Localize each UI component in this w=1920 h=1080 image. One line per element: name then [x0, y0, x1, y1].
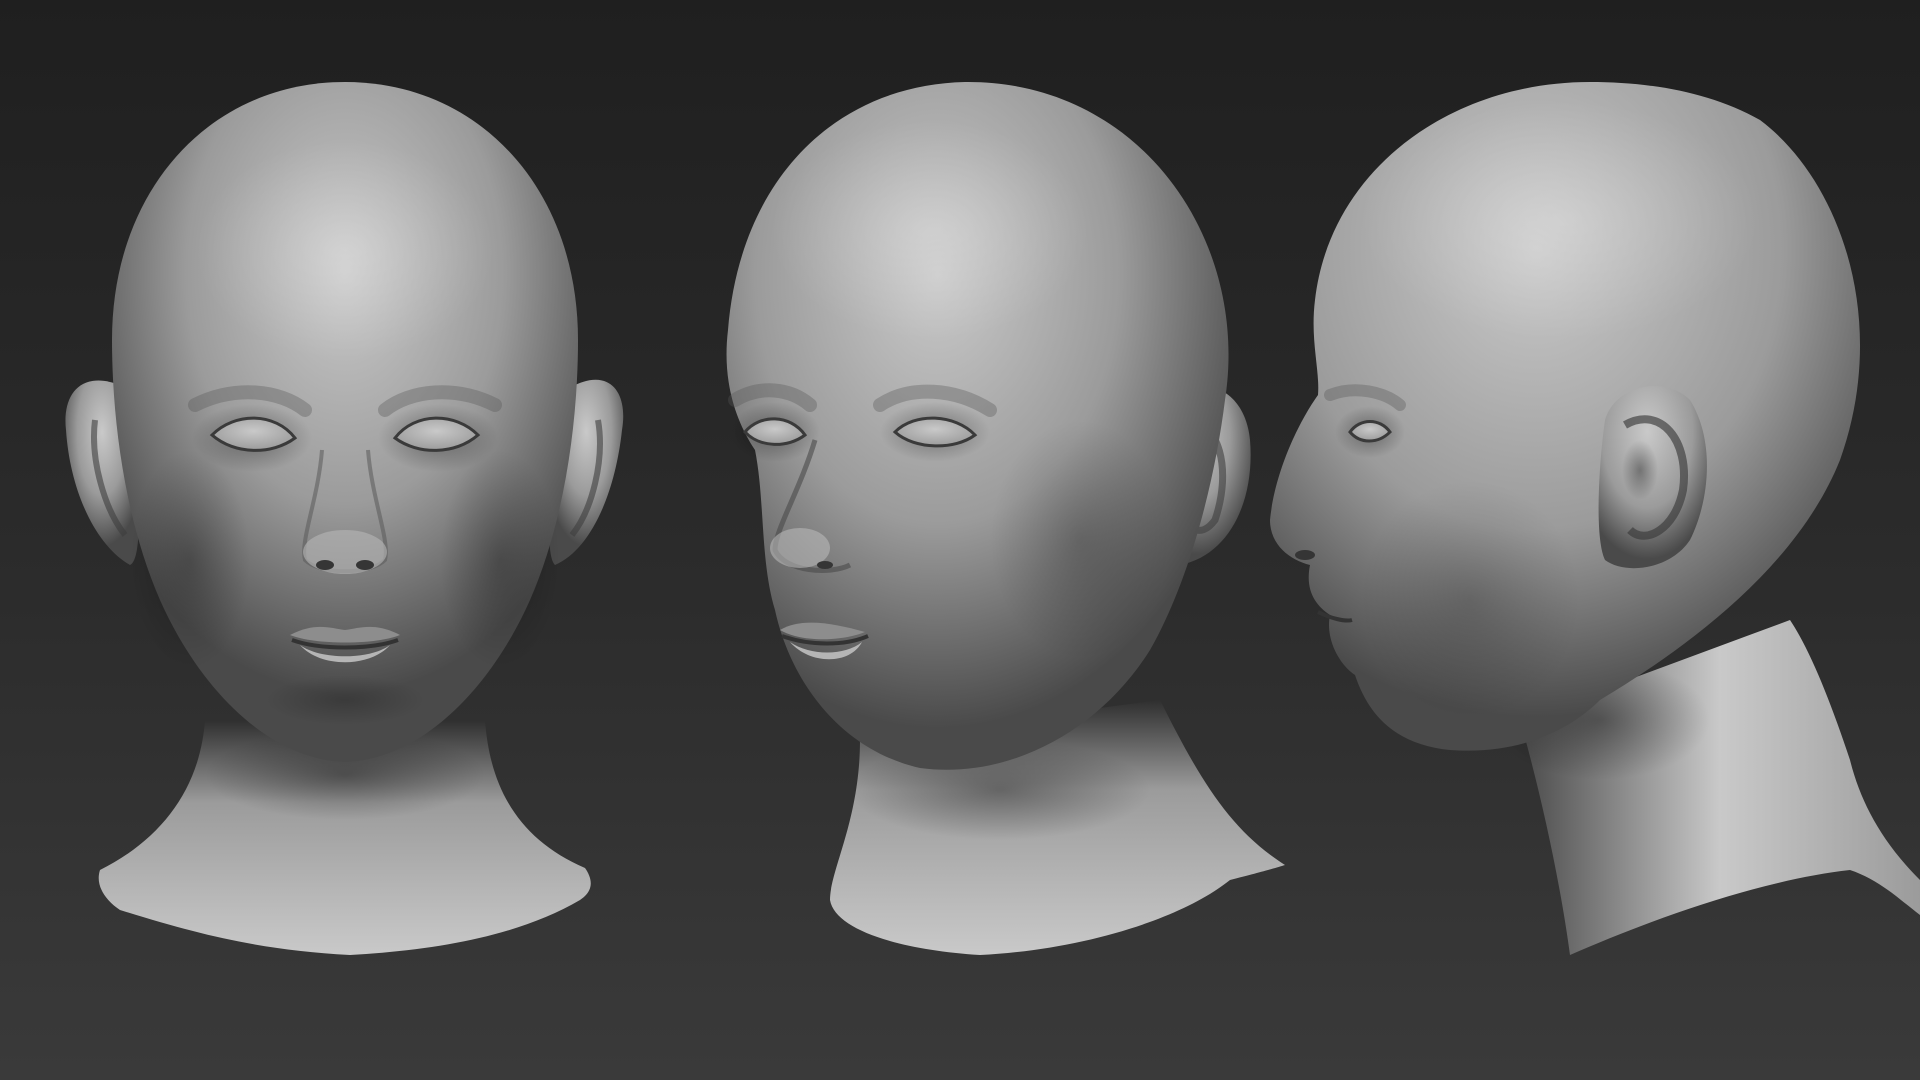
- forehead-highlight: [195, 140, 495, 360]
- nostril-profile: [1295, 550, 1315, 560]
- eye-profile: [1348, 420, 1392, 443]
- render-canvas: [0, 0, 1920, 1080]
- forehead-highlight-34: [770, 120, 1090, 340]
- skull-highlight-profile: [1360, 100, 1760, 340]
- ear-profile-canal: [1622, 440, 1658, 500]
- cheek-shadow-profile: [1360, 480, 1580, 720]
- nose-tip: [303, 530, 387, 574]
- nostril-left: [316, 560, 334, 570]
- nostril-right: [356, 560, 374, 570]
- cheek-shadow-left: [130, 450, 250, 670]
- chin-shadow: [265, 675, 425, 725]
- cheek-shadow-34: [990, 420, 1170, 660]
- nostril-34: [817, 561, 833, 569]
- viewport: [0, 0, 1920, 1080]
- cheek-shadow-right: [440, 450, 560, 670]
